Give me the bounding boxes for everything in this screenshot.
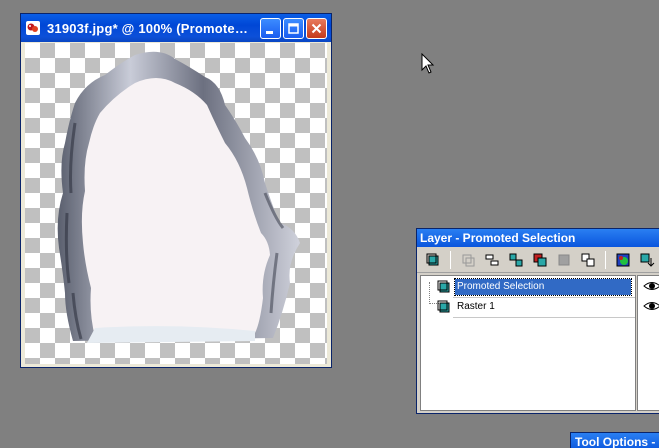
merge-layers-button[interactable] [506,250,526,270]
new-raster-layer-icon [426,253,439,265]
mouse-cursor-icon [421,53,435,74]
layer-toolbar [417,247,659,273]
delete-layer-icon [558,254,570,265]
image-window[interactable]: 31903f.jpg* @ 100% (Promote… [20,13,332,368]
layer-row-promoted-selection[interactable]: Promoted Selection [437,278,632,296]
minimize-icon [266,30,273,34]
image-window-titlebar[interactable]: 31903f.jpg* @ 100% (Promote… [21,14,331,42]
new-layer-group-icon [485,254,499,265]
layer-palette[interactable]: Layer - Promoted Selection Promoted Sele… [416,228,659,414]
raster-layer-icon [437,280,450,293]
toolbar-separator [605,250,606,269]
image-canvas[interactable] [25,43,327,364]
maximize-button[interactable] [283,17,304,39]
duplicate-layer-button[interactable] [530,250,550,270]
layer-properties-button[interactable] [578,250,598,270]
new-adjustment-layer-icon [640,253,655,267]
new-vector-layer-icon [462,254,475,266]
close-icon [311,23,322,33]
raster-layer-icon [437,300,450,313]
tool-options-palette[interactable]: Tool Options - N [570,432,659,448]
row-divider [453,317,635,318]
layer-list[interactable]: Promoted Selection Raster 1 [420,275,636,411]
merge-layers-icon [509,253,523,266]
maximize-icon [288,22,299,34]
layer-name[interactable]: Raster 1 [455,299,495,315]
close-button[interactable] [306,17,327,39]
delete-layer-button[interactable] [554,250,574,270]
layer-row-raster-1[interactable]: Raster 1 [437,298,495,316]
minimize-button[interactable] [260,17,281,39]
new-vector-layer-button[interactable] [458,250,478,270]
paintshop-app-icon [26,21,40,35]
new-mask-icon [616,253,630,266]
layer-name[interactable]: Promoted Selection [454,278,632,296]
ice-block-image [57,51,300,343]
visibility-column [637,275,659,411]
new-mask-button[interactable] [613,250,633,270]
new-raster-layer-button[interactable] [423,250,443,270]
toolbar-separator [450,250,451,269]
eye-icon[interactable] [642,299,659,313]
image-window-title: 31903f.jpg* @ 100% (Promote… [47,20,249,36]
new-adjustment-layer-button[interactable] [637,250,657,270]
duplicate-layer-icon [533,253,547,266]
layer-properties-icon [581,253,595,266]
eye-icon[interactable] [642,279,659,293]
layer-palette-title[interactable]: Layer - Promoted Selection [417,229,659,247]
new-layer-group-button[interactable] [482,250,502,270]
